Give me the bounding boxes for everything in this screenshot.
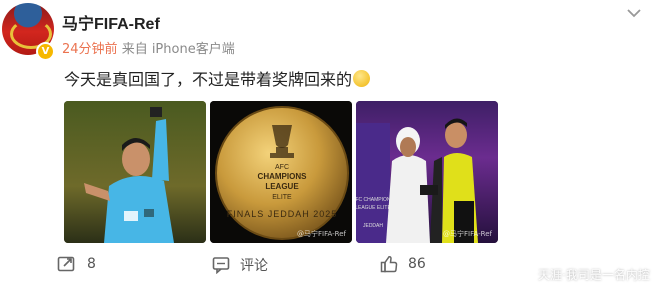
svg-text:AFC CHAMPIONS: AFC CHAMPIONS <box>356 197 394 203</box>
svg-text:ELITE: ELITE <box>272 194 292 201</box>
image-watermark: @马宁FIFA-Ref <box>443 230 492 238</box>
post-text: 今天是真回国了，不过是带着奖牌回来的 <box>64 66 371 90</box>
thumbs-up-icon <box>380 256 398 273</box>
comment-label: 评论 <box>240 258 268 274</box>
like-button[interactable]: 86 <box>380 255 426 273</box>
smirk-emoji-icon <box>353 70 371 87</box>
repost-count: 8 <box>87 256 96 272</box>
svg-text:CHAMPIONS: CHAMPIONS <box>258 172 308 181</box>
like-count: 86 <box>408 256 426 272</box>
post-text-body: 今天是真回国了，不过是带着奖牌回来的 <box>64 70 353 89</box>
post-time[interactable]: 24分钟前 <box>62 42 118 57</box>
svg-text:LEAGUE: LEAGUE <box>265 182 299 191</box>
svg-text:AFC: AFC <box>275 164 289 171</box>
photo-ceremony[interactable]: AFC CHAMPIONS LEAGUE ELITE JEDDAH @马宁FIF… <box>356 101 498 243</box>
svg-text:LEAGUE ELITE: LEAGUE ELITE <box>356 205 391 211</box>
repost-button[interactable]: 8 <box>57 255 96 273</box>
photo-medal[interactable]: AFC CHAMPIONS LEAGUE ELITE FINALS JEDDAH… <box>210 101 352 243</box>
comment-button[interactable]: 评论 <box>212 255 268 275</box>
post-meta: 24分钟前 来自 iPhone客户端 <box>62 38 235 57</box>
post-source: 来自 iPhone客户端 <box>121 42 235 57</box>
comment-icon <box>212 257 230 274</box>
photo-referee[interactable] <box>64 101 206 243</box>
svg-text:JEDDAH: JEDDAH <box>363 223 383 229</box>
repost-icon <box>57 256 75 272</box>
image-watermark: @马宁FIFA-Ref <box>297 230 346 238</box>
source-watermark: 天涯·我司是一名内控 <box>538 268 650 282</box>
chevron-down-icon[interactable] <box>627 8 641 18</box>
verified-badge: V <box>36 42 55 61</box>
svg-text:FINALS JEDDAH 2025: FINALS JEDDAH 2025 <box>227 209 338 219</box>
username[interactable]: 马宁FIFA-Ref <box>62 10 160 34</box>
